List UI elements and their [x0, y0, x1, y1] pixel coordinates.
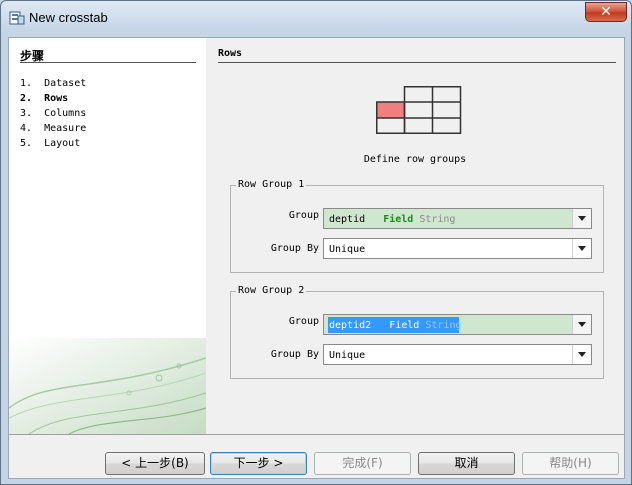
- step-layout: 5. Layout: [20, 138, 81, 149]
- step-rows: 2. Rows: [20, 93, 69, 104]
- row-group-2-box: Row Group 2 Group deptid2 Field String G…: [230, 285, 604, 379]
- help-button[interactable]: 帮助(H): [522, 452, 619, 475]
- app-icon: [9, 11, 25, 25]
- button-bar-divider: [9, 434, 624, 435]
- chevron-down-icon[interactable]: [572, 239, 591, 258]
- field-value: deptid2 Field String: [329, 320, 462, 331]
- steps-list: 1. Dataset 2. Rows 3. Columns 4. Measure…: [20, 76, 86, 151]
- group-by-label: Group By: [270, 243, 319, 254]
- field-value: deptid Field String: [329, 214, 456, 225]
- chevron-down-icon[interactable]: [572, 209, 591, 228]
- row-group-2-groupby-combo[interactable]: Unique: [323, 344, 592, 365]
- step-dataset: 1. Dataset: [20, 78, 87, 89]
- row-group-1-field-combo[interactable]: deptid Field String: [323, 208, 592, 229]
- steps-panel: 步骤 1. Dataset 2. Rows 3. Columns 4. Meas…: [9, 38, 206, 434]
- title-bar[interactable]: New crosstab ✕: [1, 1, 631, 31]
- groupby-value: Unique: [329, 244, 366, 255]
- define-row-groups-label: Define row groups: [363, 154, 467, 165]
- section-title: Rows: [218, 48, 243, 59]
- row-group-1-groupby-combo[interactable]: Unique: [323, 238, 592, 259]
- row-group-2-field-combo[interactable]: deptid2 Field String: [323, 314, 592, 335]
- step-columns: 3. Columns: [20, 108, 87, 119]
- dialog-client: 步骤 1. Dataset 2. Rows 3. Columns 4. Meas…: [8, 37, 625, 479]
- groupby-value: Unique: [329, 350, 366, 361]
- group-label: Group: [288, 316, 319, 327]
- close-button[interactable]: ✕: [585, 2, 627, 22]
- close-icon: ✕: [600, 4, 612, 20]
- row-group-1-legend: Row Group 1: [236, 179, 307, 190]
- back-button[interactable]: < 上一步(B): [105, 452, 205, 475]
- group-label: Group: [288, 210, 319, 221]
- decorative-swirl: [9, 338, 206, 434]
- cancel-button[interactable]: 取消: [418, 452, 515, 475]
- finish-button[interactable]: 完成(F): [314, 452, 411, 475]
- crosstab-window: New crosstab ✕ 步骤 1. Dataset 2. Rows 3. …: [0, 0, 632, 485]
- step-measure: 4. Measure: [20, 123, 87, 134]
- chevron-down-icon[interactable]: [572, 345, 591, 364]
- row-group-1-box: Row Group 1 Group deptid Field String Gr…: [230, 179, 604, 273]
- steps-divider: [20, 62, 196, 63]
- row-group-2-legend: Row Group 2: [236, 285, 307, 296]
- rows-page: Rows Define row groups Row Group 1 Group…: [206, 38, 624, 434]
- chevron-down-icon[interactable]: [572, 315, 591, 334]
- row-groups-grid-icon: [376, 86, 462, 134]
- next-button[interactable]: 下一步 >: [210, 452, 307, 475]
- section-divider: [218, 62, 616, 63]
- group-by-label: Group By: [270, 349, 319, 360]
- window-title: New crosstab: [29, 10, 108, 25]
